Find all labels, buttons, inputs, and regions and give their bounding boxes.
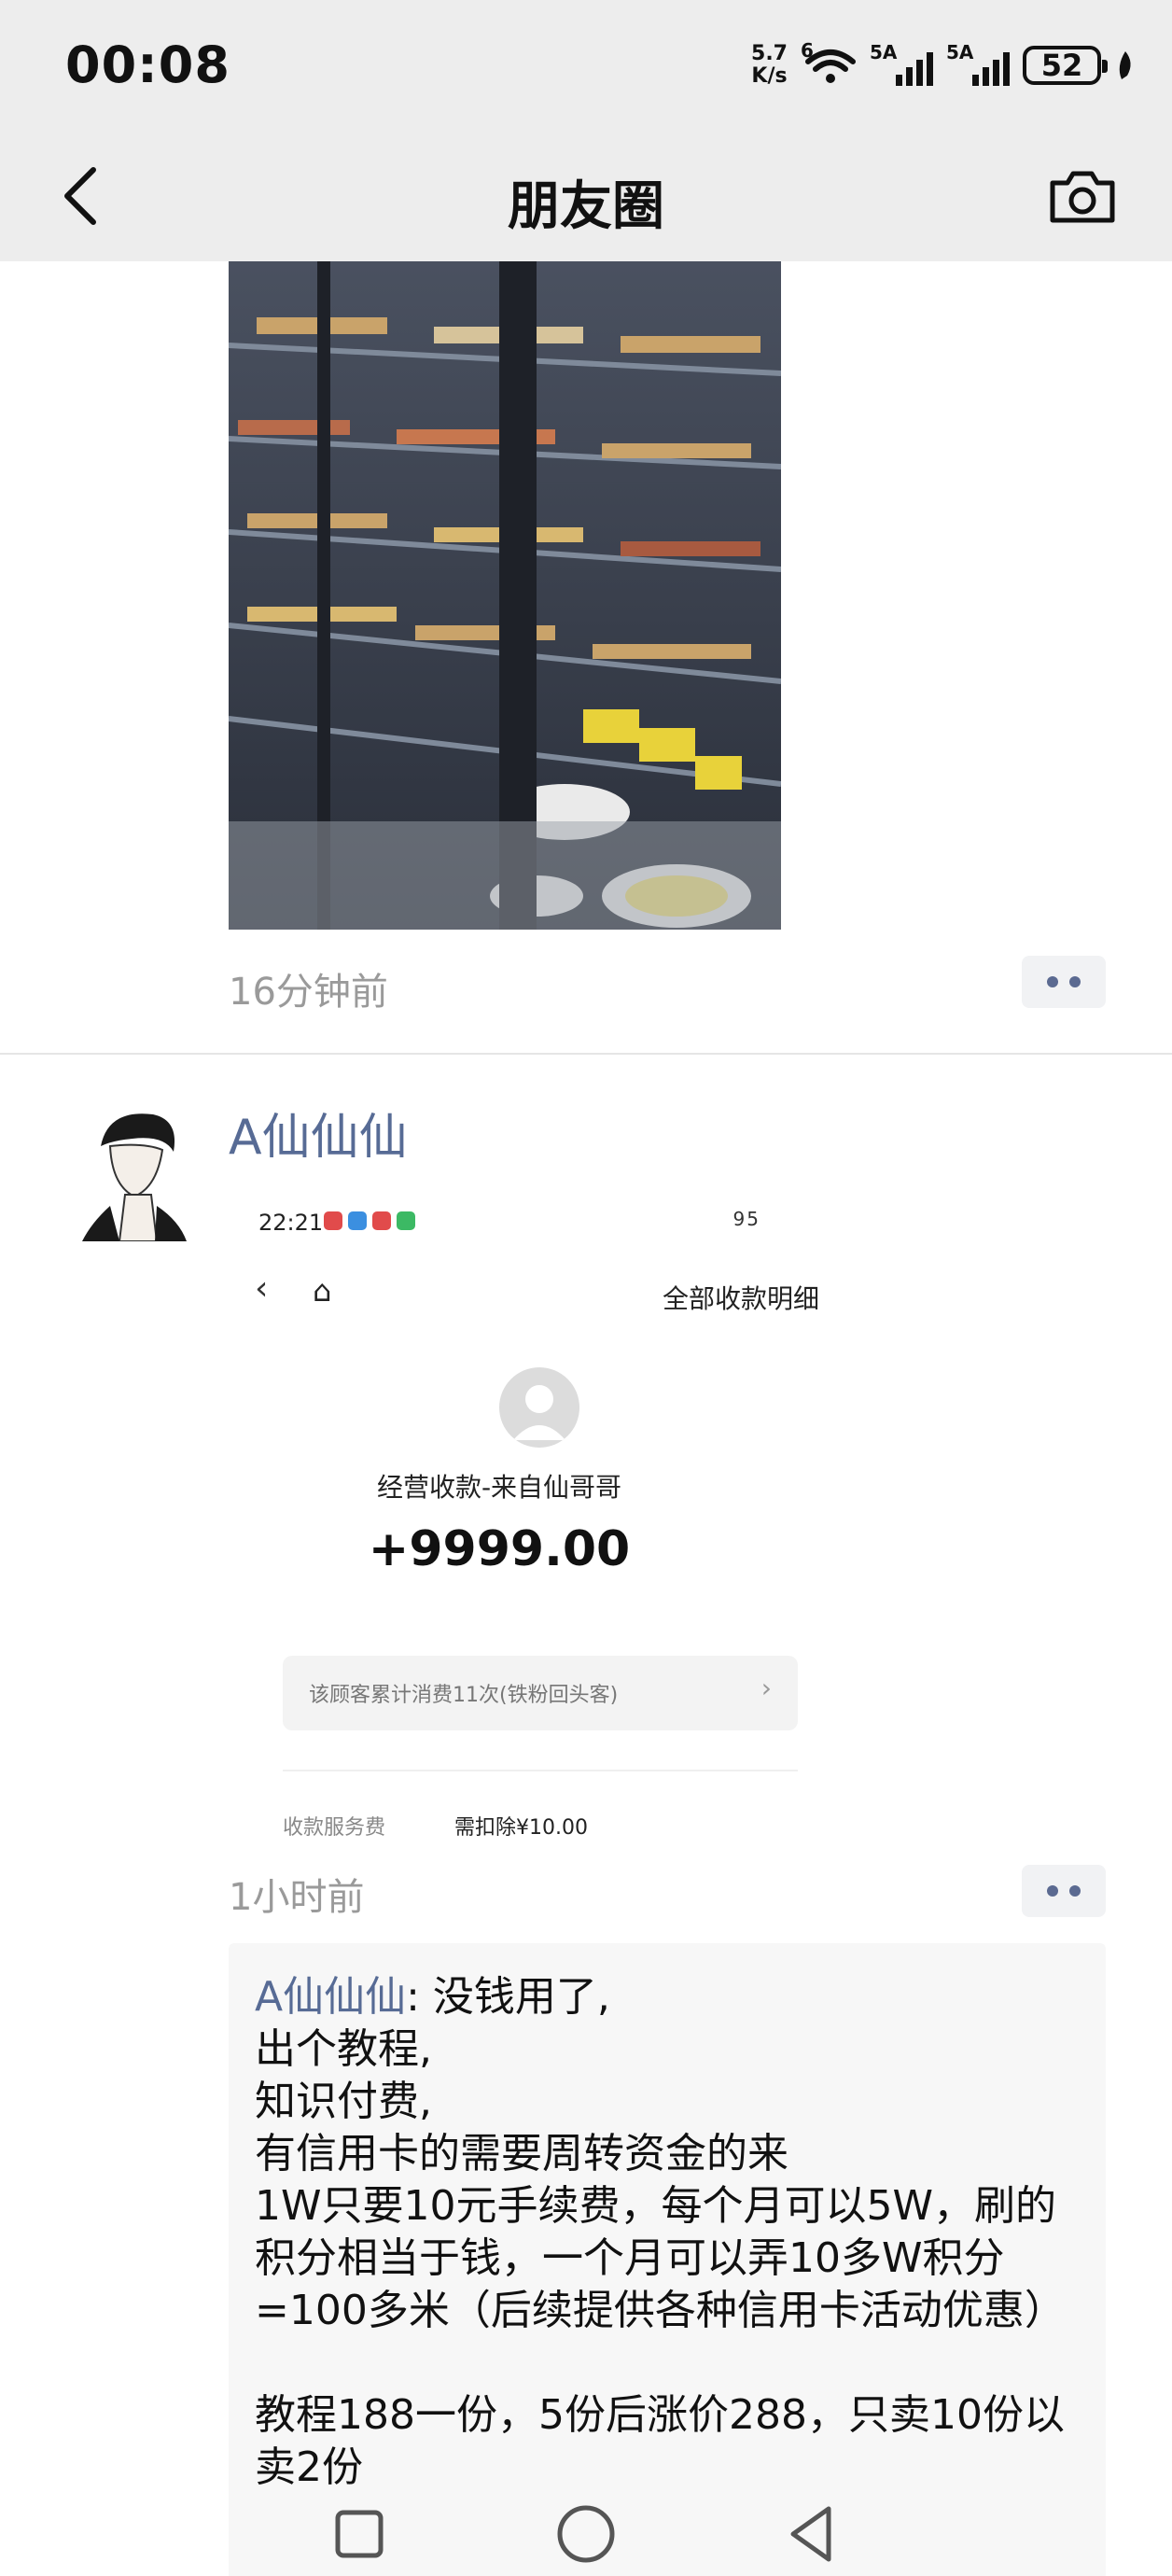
customer-info-card: 该顾客累计消费11次(铁粉回头客) ›: [283, 1656, 798, 1730]
comment-author[interactable]: A仙仙仙: [255, 1973, 406, 2021]
payer-avatar-icon: [499, 1367, 579, 1448]
comment: A仙仙仙: 没钱用了, 出个教程, 知识付费, 有信用卡的需要周转资金的来 1W…: [255, 1973, 1066, 2491]
camera-icon[interactable]: [1045, 159, 1120, 233]
post-timestamp: 1小时前: [229, 1876, 365, 1919]
comment-body: 没钱用了, 出个教程, 知识付费, 有信用卡的需要周转资金的来 1W只要10元手…: [255, 1973, 1066, 2491]
screenshot-title: 全部收款明细: [663, 1283, 820, 1314]
payment-amount: +9999.00: [368, 1521, 631, 1577]
signal-icon-sim2: 5A: [946, 41, 1010, 86]
home-circle-icon[interactable]: [553, 2501, 619, 2567]
recent-apps-icon[interactable]: [327, 2501, 392, 2567]
screenshot-notification-icons: [324, 1211, 415, 1230]
dot-icon: [1047, 1885, 1058, 1897]
leaf-icon: [1119, 51, 1131, 79]
back-triangle-icon[interactable]: [780, 2501, 845, 2567]
home-icon: ⌂: [313, 1273, 332, 1309]
post-photo[interactable]: [229, 261, 781, 930]
page-title: 朋友圈: [508, 176, 664, 237]
payer-text: 经营收款-来自仙哥哥: [376, 1472, 622, 1503]
chevron-left-icon: ‹: [255, 1269, 269, 1308]
status-icons: 5.7 K/s 6 5A 5A 52: [751, 37, 1135, 93]
comment-box: A仙仙仙: 没钱用了, 出个教程, 知识付费, 有信用卡的需要周转资金的来 1W…: [229, 1943, 1106, 2576]
post-divider: [0, 1053, 1172, 1055]
post-author-name[interactable]: A仙仙仙: [229, 1098, 408, 1168]
dot-icon: [1069, 976, 1081, 987]
dot-icon: [1069, 1885, 1081, 1897]
more-options-button[interactable]: [1022, 956, 1106, 1008]
avatar[interactable]: [63, 1101, 203, 1241]
post-image-screenshot[interactable]: 22:21 95 ‹ ⌂ 全部收款明细 经营收款-来自仙哥哥 +9999.00 …: [229, 1176, 826, 1848]
network-speed: 5.7 K/s: [751, 42, 788, 88]
wifi-icon: 6: [801, 39, 857, 86]
fee-label: 收款服务费: [283, 1816, 386, 1840]
status-bar: 00:08 5.7 K/s 6 5A 5A 52: [0, 0, 1172, 131]
chevron-right-icon: ›: [760, 1673, 772, 1703]
signal-icon-sim1: 5A: [870, 41, 933, 86]
fee-value: 需扣除¥10.00: [454, 1816, 588, 1840]
system-nav-bar: [0, 2483, 1172, 2576]
divider: [283, 1770, 798, 1771]
screenshot-time: 22:21: [258, 1210, 324, 1236]
screenshot-battery: 95: [732, 1208, 760, 1230]
more-options-button[interactable]: [1022, 1865, 1106, 1917]
battery-icon: 52: [1023, 46, 1108, 85]
nav-bar: 朋友圈: [0, 131, 1172, 261]
post-timestamp: 16分钟前: [229, 971, 388, 1014]
dot-icon: [1047, 976, 1058, 987]
status-time: 00:08: [65, 35, 230, 94]
